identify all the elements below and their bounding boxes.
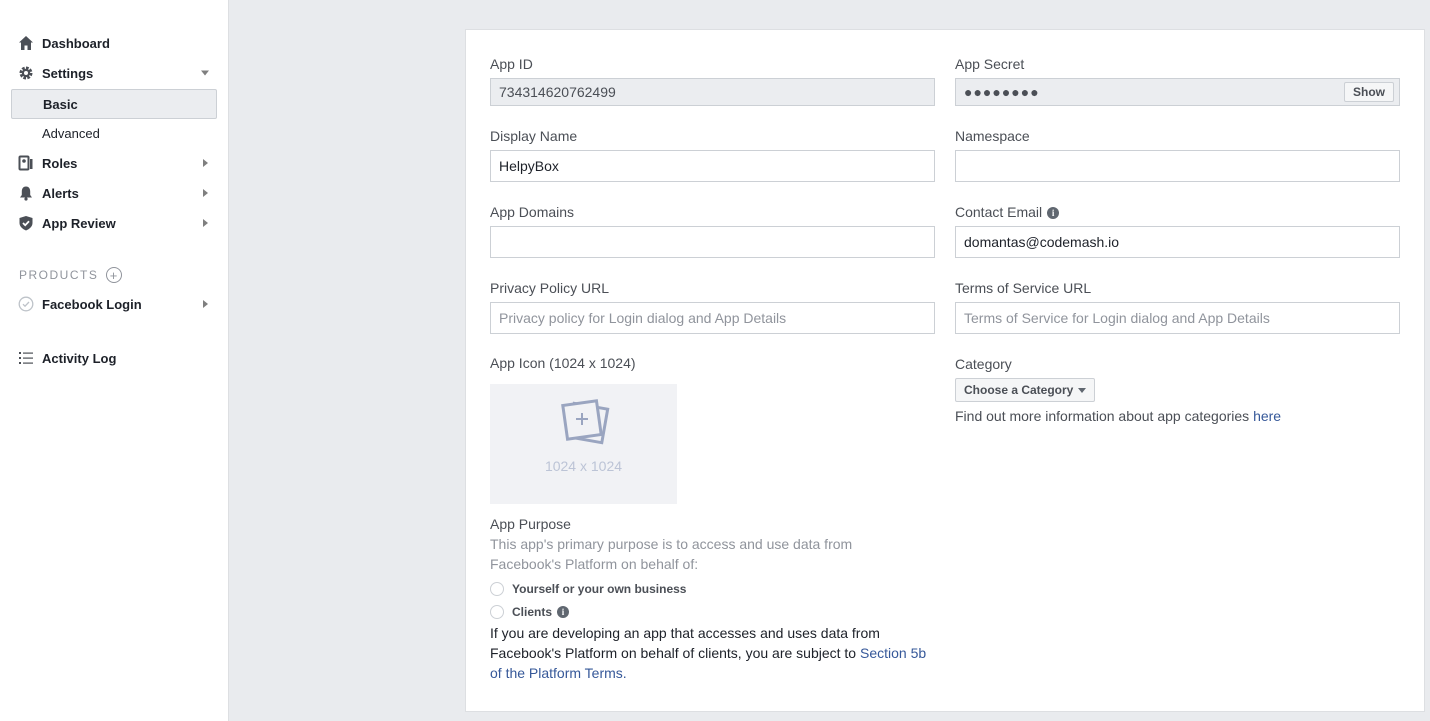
products-header-label: PRODUCTS <box>19 268 99 282</box>
purpose-option-self-label: Yourself or your own business <box>512 582 687 596</box>
show-secret-button[interactable]: Show <box>1344 82 1394 102</box>
chevron-right-icon <box>203 189 208 197</box>
choose-category-dropdown[interactable]: Choose a Category <box>955 378 1096 402</box>
sidebar-item-basic[interactable]: Basic <box>11 89 217 119</box>
app-icon-dimensions: 1024 x 1024 <box>544 458 623 474</box>
namespace-input[interactable] <box>955 150 1400 182</box>
nav-settings[interactable]: Settings <box>18 58 218 88</box>
bell-icon <box>18 185 34 201</box>
tos-input[interactable] <box>955 302 1400 334</box>
tos-label: Terms of Service URL <box>955 280 1092 296</box>
display-name-label: Display Name <box>490 128 578 144</box>
app-secret-field: ●●●●●●●● Show <box>955 78 1400 106</box>
info-icon[interactable]: i <box>1047 207 1060 220</box>
list-icon <box>18 350 34 366</box>
nav-facebook-login-label: Facebook Login <box>42 296 142 312</box>
category-help-link[interactable]: here <box>1253 408 1281 424</box>
radio-self[interactable] <box>490 582 504 596</box>
nav-roles-label: Roles <box>42 155 78 171</box>
contact-email-label-row: Contact Email i <box>955 204 1060 220</box>
category-help-text: Find out more information about app cate… <box>955 408 1254 424</box>
choose-category-label: Choose a Category <box>964 383 1074 397</box>
namespace-label: Namespace <box>955 128 1030 144</box>
privacy-policy-label: Privacy Policy URL <box>490 280 610 296</box>
app-id-label: App ID <box>490 56 533 72</box>
nav-roles[interactable]: Roles <box>18 148 218 178</box>
app-secret-label: App Secret <box>955 56 1025 72</box>
products-header: PRODUCTS + <box>19 266 123 284</box>
nav-alerts-label: Alerts <box>42 185 79 201</box>
sidebar-item-advanced-label: Advanced <box>42 125 100 141</box>
chevron-right-icon <box>203 300 208 308</box>
purpose-option-clients-label: Clients <box>512 605 553 619</box>
clients-disclaimer-text: If you are developing an app that access… <box>490 625 880 661</box>
caret-down-icon <box>1078 387 1087 393</box>
nav-app-review[interactable]: App Review <box>18 208 218 238</box>
privacy-policy-input[interactable] <box>490 302 935 334</box>
purpose-option-clients[interactable]: Clients i <box>490 603 570 621</box>
chevron-down-icon <box>201 70 209 76</box>
category-help: Find out more information about app cate… <box>955 406 1281 426</box>
roles-icon <box>18 155 34 171</box>
chevron-right-icon <box>203 219 208 227</box>
clients-disclaimer: If you are developing an app that access… <box>490 623 935 683</box>
nav-settings-label: Settings <box>42 65 94 81</box>
contact-email-label: Contact Email <box>955 204 1043 220</box>
app-domains-label: App Domains <box>490 204 575 220</box>
check-circle-icon <box>18 296 34 312</box>
radio-clients[interactable] <box>490 605 504 619</box>
app-purpose-label: App Purpose <box>490 516 571 532</box>
add-product-icon[interactable]: + <box>106 267 123 283</box>
chevron-right-icon <box>203 159 208 167</box>
info-icon[interactable]: i <box>557 606 570 618</box>
home-icon <box>18 35 34 51</box>
app-purpose-description: This app's primary purpose is to access … <box>490 536 853 572</box>
sidebar-item-basic-label: Basic <box>43 96 78 112</box>
purpose-option-self[interactable]: Yourself or your own business <box>490 580 686 598</box>
app-domains-input[interactable] <box>490 226 935 258</box>
nav-facebook-login[interactable]: Facebook Login <box>18 289 218 319</box>
app-secret-masked: ●●●●●●●● <box>964 84 1040 100</box>
basic-settings-panel: App ID 734314620762499 App Secret ●●●●●●… <box>465 29 1425 712</box>
gear-icon <box>18 65 34 81</box>
shield-icon <box>18 215 34 231</box>
app-icon-label: App Icon (1024 x 1024) <box>490 355 636 371</box>
nav-alerts[interactable]: Alerts <box>18 178 218 208</box>
sidebar-item-advanced[interactable]: Advanced <box>11 118 217 148</box>
app-id-field: 734314620762499 <box>490 78 935 106</box>
image-placeholder-icon <box>560 399 609 445</box>
nav-activity-log-label: Activity Log <box>42 350 117 366</box>
nav-app-review-label: App Review <box>42 215 116 231</box>
nav-dashboard[interactable]: Dashboard <box>18 28 218 58</box>
contact-email-input[interactable] <box>955 226 1400 258</box>
sidebar: Dashboard Settings Basic Advanced Roles … <box>0 0 229 721</box>
display-name-input[interactable] <box>490 150 935 182</box>
category-label: Category <box>955 356 1012 372</box>
nav-activity-log[interactable]: Activity Log <box>18 343 218 373</box>
nav-dashboard-label: Dashboard <box>42 35 110 51</box>
app-icon-upload[interactable]: 1024 x 1024 <box>490 384 677 504</box>
